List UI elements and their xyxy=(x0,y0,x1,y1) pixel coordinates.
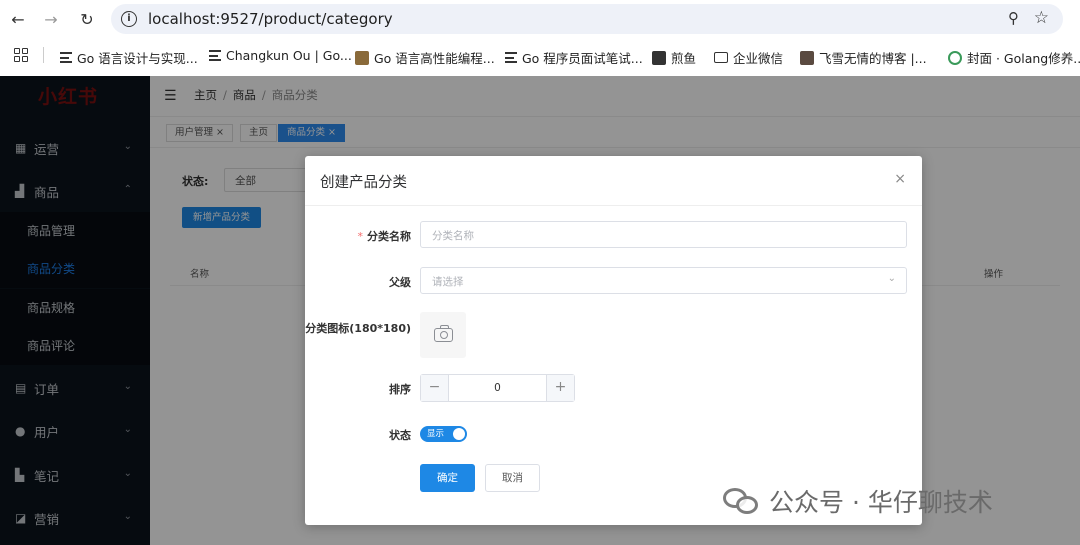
bookmark-item[interactable]: 企业微信 xyxy=(714,48,783,67)
sort-stepper: − 0 + xyxy=(420,374,575,402)
decrement-button[interactable]: − xyxy=(421,375,449,401)
parent-select[interactable]: 请选择 ⌄ xyxy=(420,267,907,294)
status-toggle-text: 显示 xyxy=(427,429,445,439)
bookmark-item[interactable]: 飞雪无情的博客 |... xyxy=(800,48,927,67)
sort-value-input[interactable]: 0 xyxy=(449,375,546,401)
folder-icon xyxy=(714,52,728,63)
lines-icon xyxy=(505,52,517,63)
forward-icon[interactable]: → xyxy=(40,8,62,30)
status-label: 状态 xyxy=(389,429,411,442)
browser-chrome: ← → ↻ i localhost:9527/product/category … xyxy=(0,0,1080,76)
bookmark-item[interactable]: Go 程序员面试笔试... xyxy=(505,48,643,67)
camera-icon xyxy=(433,325,453,342)
close-icon[interactable]: × xyxy=(894,171,906,187)
toggle-knob xyxy=(453,428,465,440)
avatar-icon xyxy=(800,50,814,65)
bookmark-item[interactable]: Go 语言高性能编程... xyxy=(355,48,495,67)
bookmarks-bar: Go 语言设计与实现... Changkun Ou | Go... Go 语言高… xyxy=(0,40,1080,72)
zoom-icon[interactable]: ⚲ xyxy=(1008,9,1019,27)
create-category-dialog: 创建产品分类 × * 分类名称 分类名称 父级 请选择 ⌄ 分类图标(180*18… xyxy=(305,156,922,525)
lines-icon xyxy=(209,50,221,61)
leaf-icon xyxy=(948,50,962,65)
parent-label: 父级 xyxy=(389,276,411,289)
bookmark-item[interactable]: 封面 · Golang修养... xyxy=(948,48,1080,67)
back-icon[interactable]: ← xyxy=(7,8,29,30)
category-name-label: * 分类名称 xyxy=(357,230,412,243)
watermark-text: 公众号 · 华仔聊技术 xyxy=(769,488,993,517)
chevron-down-icon: ⌄ xyxy=(887,273,896,284)
category-name-input[interactable]: 分类名称 xyxy=(420,221,907,248)
lines-icon xyxy=(60,52,72,63)
image-icon xyxy=(652,50,666,65)
url-text[interactable]: localhost:9527/product/category xyxy=(148,10,393,28)
confirm-button[interactable]: 确定 xyxy=(420,464,475,492)
cancel-button[interactable]: 取消 xyxy=(485,464,540,492)
status-toggle[interactable]: 显示 xyxy=(420,426,467,442)
wechat-icon xyxy=(723,486,761,516)
dialog-title: 创建产品分类 xyxy=(320,175,407,191)
increment-button[interactable]: + xyxy=(546,375,574,401)
category-icon-label: 分类图标(180*180) xyxy=(305,322,411,335)
bookmark-star-icon[interactable]: ☆ xyxy=(1034,8,1049,28)
wechat-watermark: 公众号 · 华仔聊技术 xyxy=(723,483,993,519)
parent-placeholder: 请选择 xyxy=(432,276,464,288)
address-bar[interactable]: i localhost:9527/product/category ⚲ ☆ xyxy=(111,4,1063,34)
dialog-divider xyxy=(305,205,922,206)
icon-upload[interactable] xyxy=(420,312,466,358)
image-icon xyxy=(355,50,369,65)
bookmark-item[interactable]: 煎鱼 xyxy=(652,48,696,67)
reload-icon[interactable]: ↻ xyxy=(76,8,98,30)
sort-label: 排序 xyxy=(389,383,411,396)
bookmark-item[interactable]: Go 语言设计与实现... xyxy=(60,48,198,67)
bookmark-item[interactable]: Changkun Ou | Go... xyxy=(209,48,352,63)
site-info-icon[interactable]: i xyxy=(121,11,137,27)
